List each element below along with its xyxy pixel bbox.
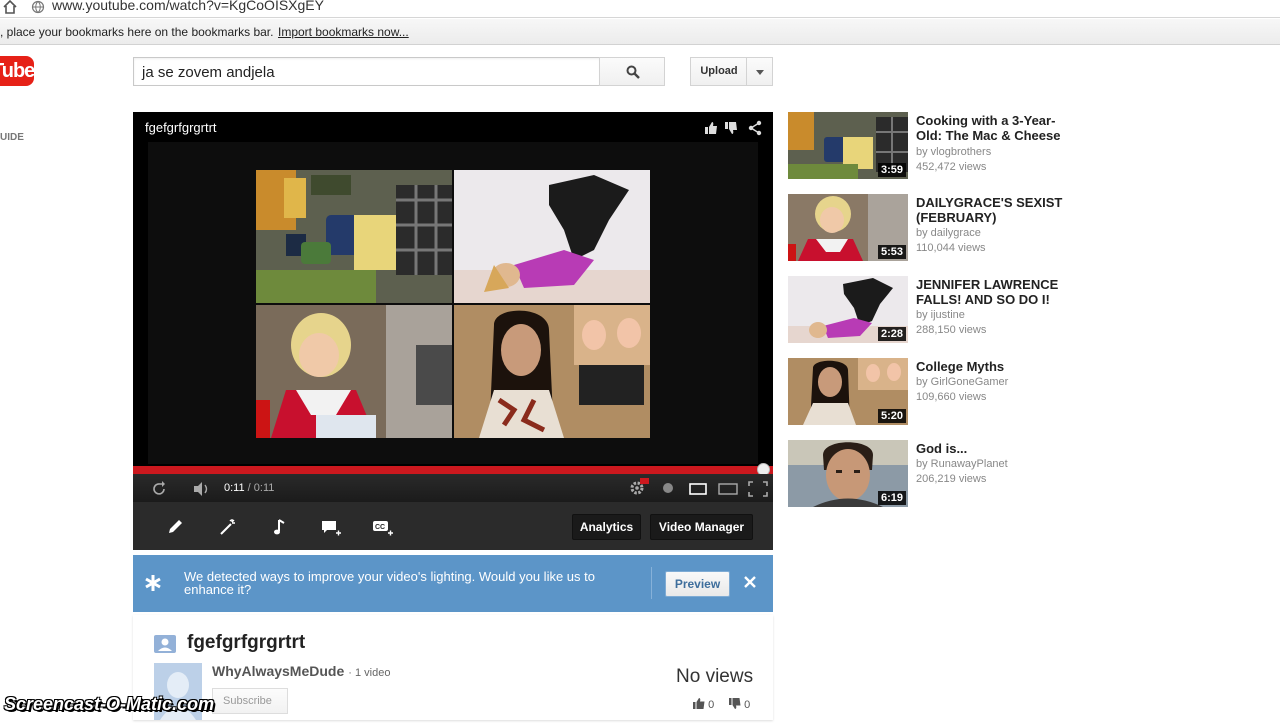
asterisk-icon — [145, 575, 161, 591]
editor-toolbar: CC Analytics Video Manager — [133, 502, 773, 550]
bookmarks-hint: , place your bookmarks here on the bookm… — [0, 25, 274, 39]
time-duration: / 0:11 — [247, 482, 275, 494]
analytics-button[interactable]: Analytics — [572, 514, 641, 540]
related-views: 109,660 views — [916, 391, 987, 403]
like-count-button[interactable]: 0 — [693, 698, 714, 711]
view-count: No views — [676, 666, 754, 687]
guide-label[interactable]: UIDE — [0, 132, 24, 143]
search-button[interactable] — [599, 57, 665, 86]
related-video[interactable]: 5:20 College Myths by GirlGoneGamer 109,… — [788, 358, 1088, 426]
share-icon[interactable] — [747, 120, 763, 136]
related-thumbnail[interactable]: 3:59 — [788, 112, 908, 179]
home-icon[interactable] — [3, 0, 17, 14]
subscribe-button[interactable]: Subscribe — [212, 688, 288, 714]
notice-text: We detected ways to improve your video's… — [184, 569, 595, 597]
video-duration: 5:53 — [877, 245, 906, 259]
related-thumbnail[interactable]: 2:28 — [788, 276, 908, 343]
progress-bar[interactable] — [133, 466, 773, 474]
captions-cc-icon[interactable]: CC — [373, 517, 393, 537]
screencast-watermark: Screencast-O-Matic.com — [4, 694, 215, 714]
related-channel: by GirlGoneGamer — [916, 376, 1009, 388]
large-player-icon[interactable] — [718, 483, 738, 495]
globe-icon — [31, 0, 45, 14]
video-frame — [148, 142, 758, 464]
search-input[interactable]: ja se zovem andjela — [133, 57, 600, 86]
related-views: 206,219 views — [916, 473, 987, 485]
related-channel: by RunawayPlanet — [916, 458, 1008, 470]
related-video[interactable]: 6:19 God is... by RunawayPlanet 206,219 … — [788, 440, 1088, 508]
thumbs-up-icon — [693, 698, 705, 709]
edit-pencil-icon[interactable] — [165, 517, 185, 537]
preview-button[interactable]: Preview — [665, 571, 730, 597]
notice-divider — [651, 567, 652, 599]
video-thumbnail-cooking — [256, 170, 452, 303]
video-info-panel: fgefgrfgrgrtrt WhyAlwaysMeDude · 1 video … — [133, 615, 773, 720]
related-video[interactable]: 5:53 DAILYGRACE'S SEXIST (FEBRUARY) by d… — [788, 194, 1088, 262]
audio-music-icon[interactable] — [270, 517, 290, 537]
player-controls: 0:11 / 0:11 — [133, 474, 773, 502]
annotations-comment-icon[interactable] — [321, 517, 341, 537]
search-icon — [626, 65, 640, 79]
related-title[interactable]: DAILYGRACE'S SEXIST (FEBRUARY) — [916, 195, 1076, 225]
video-thumbnail-fall — [454, 170, 650, 303]
video-duration: 2:28 — [877, 327, 906, 341]
small-player-icon[interactable] — [689, 483, 707, 495]
video-duration: 3:59 — [877, 163, 906, 177]
fullscreen-icon[interactable] — [748, 481, 768, 497]
video-player[interactable]: fgefgrfgrgrtrt — [133, 112, 773, 502]
related-video[interactable]: 2:28 JENNIFER LAWRENCE FALLS! AND SO DO … — [788, 276, 1088, 344]
like-icon[interactable] — [703, 120, 719, 136]
enhancements-wand-icon[interactable] — [218, 517, 238, 537]
video-duration: 5:20 — [877, 409, 906, 423]
browser-address-bar[interactable]: www.youtube.com/watch?v=KgCoOISXgEY — [0, 0, 1280, 18]
related-title[interactable]: JENNIFER LAWRENCE FALLS! AND SO DO I! — [916, 277, 1076, 307]
import-bookmarks-link[interactable]: Import bookmarks now... — [278, 25, 409, 39]
related-views: 452,472 views — [916, 161, 987, 173]
annotations-icon[interactable] — [662, 482, 674, 494]
youtube-logo[interactable]: Tube — [0, 56, 35, 86]
thumbs-down-icon — [729, 698, 741, 709]
related-title[interactable]: College Myths — [916, 359, 1076, 374]
bookmarks-bar: , place your bookmarks here on the bookm… — [0, 19, 1280, 45]
related-video[interactable]: 3:59 Cooking with a 3-Year-Old: The Mac … — [788, 112, 1088, 180]
dislike-count-button[interactable]: 0 — [729, 698, 750, 711]
channel-info: WhyAlwaysMeDude · 1 video — [212, 663, 390, 679]
video-manager-button[interactable]: Video Manager — [650, 514, 753, 540]
upload-button[interactable]: Upload — [690, 57, 747, 86]
volume-icon[interactable] — [192, 481, 212, 497]
related-channel: by ijustine — [916, 309, 965, 321]
related-channel: by dailygrace — [916, 227, 981, 239]
related-views: 110,044 views — [916, 242, 986, 254]
settings-icon[interactable] — [629, 478, 649, 496]
related-channel: by vlogbrothers — [916, 146, 992, 158]
time-current: 0:11 — [224, 482, 245, 494]
svg-text:CC: CC — [375, 524, 385, 531]
related-thumbnail[interactable]: 5:53 — [788, 194, 908, 261]
related-thumbnail[interactable]: 5:20 — [788, 358, 908, 425]
related-title[interactable]: Cooking with a 3-Year-Old: The Mac & Che… — [916, 113, 1076, 143]
upload-dropdown-button[interactable] — [746, 57, 773, 86]
dislike-count: 0 — [744, 699, 751, 711]
dislike-icon[interactable] — [723, 120, 739, 136]
url-text[interactable]: www.youtube.com/watch?v=KgCoOISXgEY — [52, 0, 324, 13]
video-thumbnail-college-myths — [454, 305, 650, 438]
channel-name[interactable]: WhyAlwaysMeDude — [212, 663, 344, 679]
related-thumbnail[interactable]: 6:19 — [788, 440, 908, 507]
search-input-value: ja se zovem andjela — [142, 64, 275, 81]
like-count: 0 — [708, 699, 715, 711]
video-title: fgefgrfgrgrtrt — [187, 632, 306, 653]
video-thumbnail-dailygrace — [256, 305, 452, 438]
channel-video-count: · 1 video — [348, 667, 391, 679]
time-display: 0:11 / 0:11 — [224, 482, 274, 494]
close-icon[interactable] — [743, 575, 757, 589]
enhancement-notice: We detected ways to improve your video's… — [133, 555, 773, 612]
related-title[interactable]: God is... — [916, 441, 1076, 456]
related-views: 288,150 views — [916, 324, 987, 336]
player-title[interactable]: fgefgrfgrgrtrt — [145, 120, 217, 135]
owner-badge-icon — [154, 635, 176, 653]
video-duration: 6:19 — [877, 491, 906, 505]
replay-icon[interactable] — [152, 481, 168, 497]
